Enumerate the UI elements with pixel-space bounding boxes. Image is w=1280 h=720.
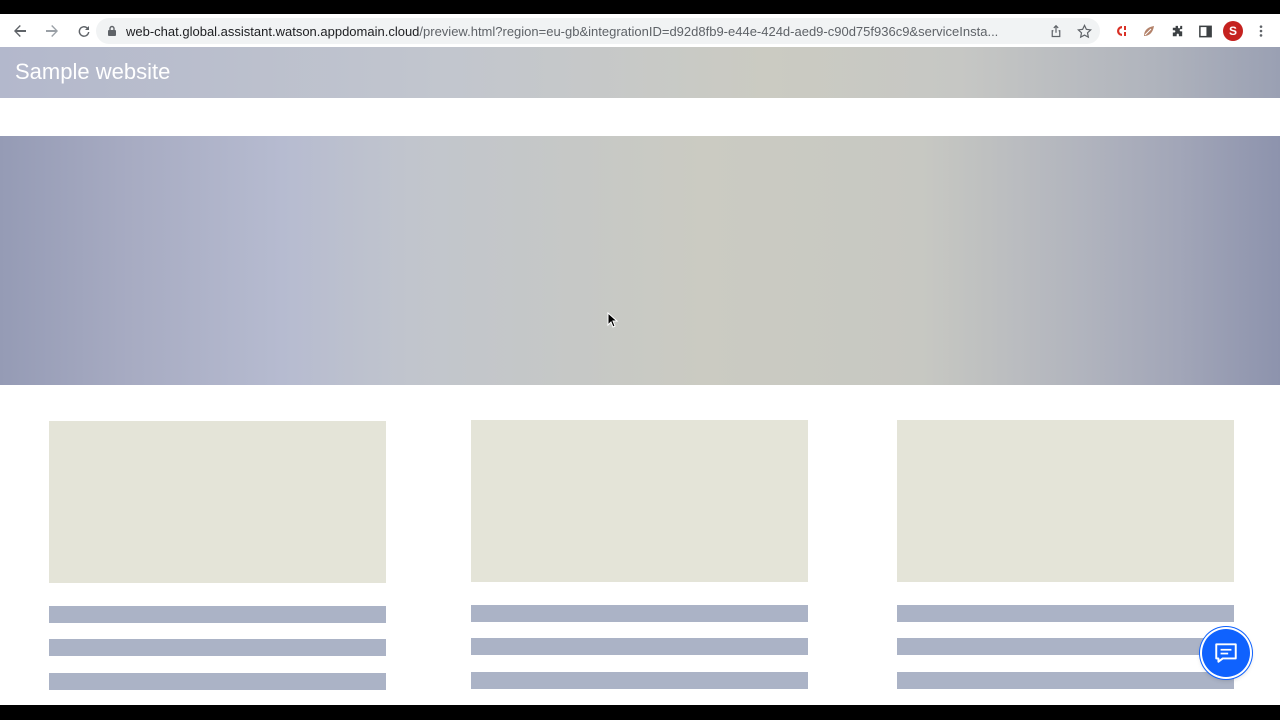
share-icon — [1051, 24, 1061, 38]
extension-leaf-button[interactable] — [1136, 18, 1162, 44]
url-text: web-chat.global.assistant.watson.appdoma… — [126, 24, 1038, 39]
screen-bottom-bezel — [0, 705, 1280, 720]
site-title: Sample website — [15, 59, 171, 84]
web-page: Sample website — [0, 47, 1280, 705]
site-header: Sample website — [0, 47, 1280, 98]
back-icon — [14, 24, 26, 37]
card-text-placeholder — [49, 639, 386, 656]
extensions-area: S — [1108, 18, 1276, 44]
address-bar[interactable]: web-chat.global.assistant.watson.appdoma… — [96, 18, 1100, 44]
url-path: /preview.html?region=eu-gb&integrationID… — [419, 23, 999, 39]
card-text-placeholder — [471, 638, 808, 655]
reload-icon — [78, 25, 90, 37]
hero-banner — [0, 136, 1280, 385]
card-text-placeholder — [471, 672, 808, 689]
card-text-placeholder — [471, 605, 808, 622]
card-text-placeholder — [897, 638, 1234, 655]
side-panel-button[interactable] — [1192, 18, 1218, 44]
url-host: web-chat.global.assistant.watson.appdoma… — [126, 23, 420, 39]
card-text-placeholder — [897, 672, 1234, 689]
chat-launcher-button[interactable] — [1202, 629, 1250, 677]
puzzle-icon — [1172, 25, 1182, 36]
bookmark-button[interactable] — [1076, 23, 1092, 39]
card-text-placeholder — [49, 606, 386, 623]
forward-button[interactable] — [38, 17, 66, 45]
extension-c-icon — [1117, 26, 1126, 36]
kebab-menu-icon — [1259, 25, 1263, 37]
forward-icon — [46, 24, 58, 37]
browser-toolbar: web-chat.global.assistant.watson.appdoma… — [0, 14, 1280, 47]
back-button[interactable] — [6, 17, 34, 45]
card-image-placeholder — [897, 420, 1234, 582]
side-panel-icon — [1198, 25, 1212, 37]
reload-button[interactable] — [70, 17, 98, 45]
screen-top-bezel — [0, 0, 1280, 14]
chat-bubble-icon — [1215, 643, 1237, 663]
browser-menu-button[interactable] — [1248, 18, 1274, 44]
extension-leaf-icon — [1144, 26, 1154, 36]
extensions-menu-button[interactable] — [1164, 18, 1190, 44]
avatar: S — [1223, 21, 1243, 41]
card-text-placeholder — [49, 673, 386, 690]
profile-button[interactable]: S — [1220, 18, 1246, 44]
share-button[interactable] — [1048, 23, 1064, 39]
card-text-placeholder — [897, 605, 1234, 622]
mouse-cursor-icon — [607, 312, 619, 328]
card-image-placeholder — [49, 421, 386, 583]
extension-c-button[interactable] — [1108, 18, 1134, 44]
lock-icon — [108, 25, 116, 36]
star-icon — [1076, 23, 1092, 38]
card-image-placeholder — [471, 420, 808, 582]
